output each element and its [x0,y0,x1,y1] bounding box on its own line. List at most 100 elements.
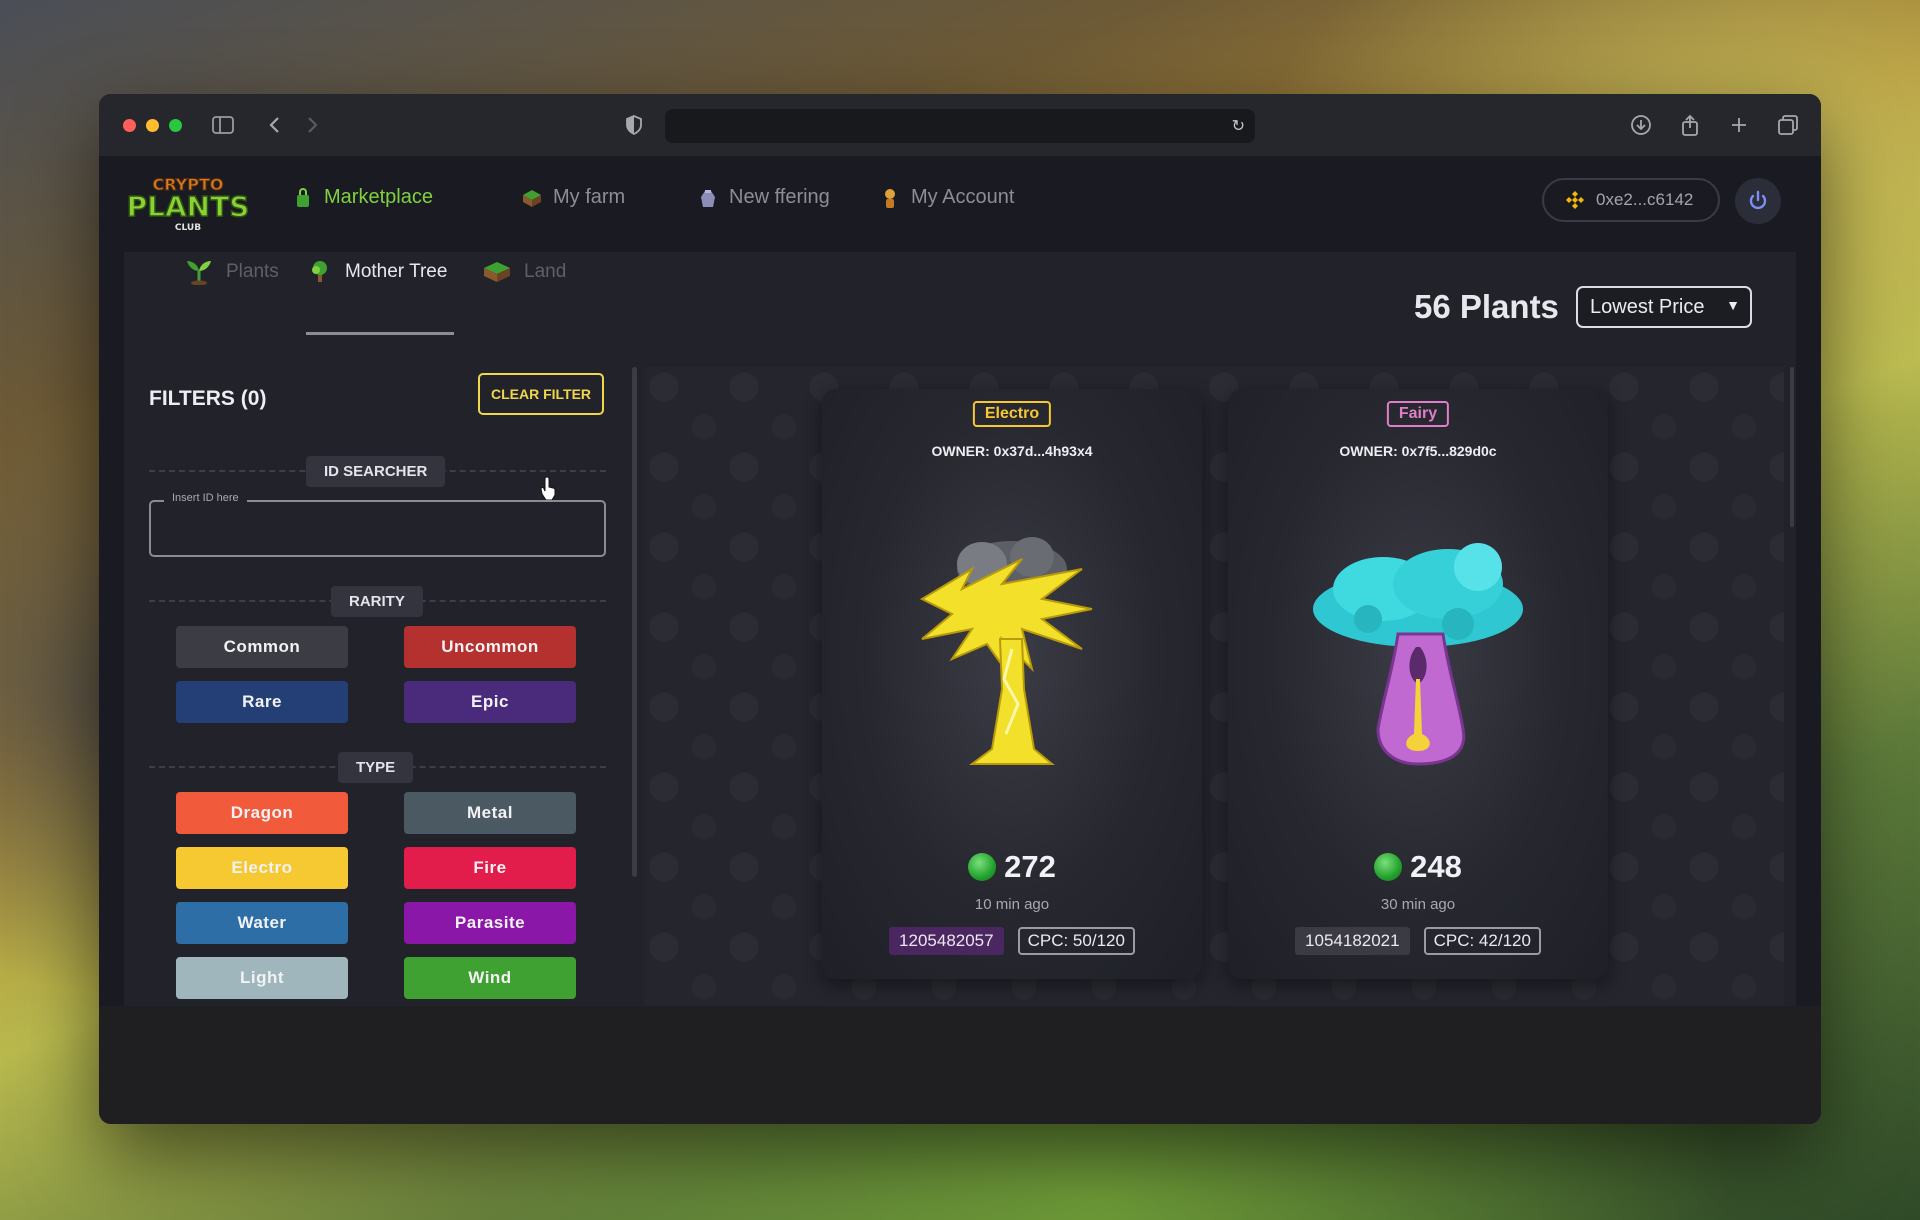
card-owner: OWNER: 0x37d...4h93x4 [931,443,1093,459]
rarity-uncommon-chip[interactable]: Uncommon [404,626,576,668]
maximize-window-button[interactable] [169,118,182,132]
download-icon[interactable] [1629,113,1653,137]
id-search-field[interactable] [149,500,606,557]
type-light-chip[interactable]: Light [176,957,348,999]
type-water-chip[interactable]: Water [176,902,348,944]
electro-tree-illustration [919,537,1093,765]
id-search-label: Insert ID here [164,492,247,504]
active-tab-indicator [306,332,454,335]
reload-icon[interactable]: ↻ [1232,116,1245,136]
id-searcher-heading: ID SEARCHER [306,456,446,487]
nav-new-offering-label: New ffering [729,186,830,208]
top-navigation: CRYPTO PLANTS CLUB Marketplace My farm N… [99,156,1821,252]
card-type-badge: Electro [972,401,1052,427]
card-id: 1054182021 [1295,927,1410,955]
tab-land-label: Land [524,261,567,282]
card-price-value: 272 [1004,849,1056,884]
card-price: 248 [1228,849,1608,885]
account-character-icon [885,188,895,208]
type-heading: TYPE [338,752,414,783]
type-electro-chip[interactable]: Electro [176,847,348,889]
farm-block-icon [523,189,541,207]
grid-scrollbar[interactable] [1790,367,1794,527]
sidebar-toggle-icon[interactable] [211,113,235,137]
card-price: 272 [822,849,1202,885]
pointer-cursor-icon [540,477,556,501]
tab-overview-icon[interactable] [1776,113,1800,137]
filters-title: FILTERS (0) [149,387,267,410]
rarity-heading: RARITY [331,586,423,617]
nav-marketplace-label: Marketplace [324,186,433,208]
new-tab-icon[interactable] [1727,113,1751,137]
address-bar[interactable]: ↻ [665,109,1255,143]
id-search-input[interactable] [151,502,604,555]
browser-toolbar: ↻ [99,94,1821,156]
back-icon[interactable] [262,113,286,137]
shop-bag-icon [297,187,309,207]
card-tags: 1054182021 CPC: 42/120 [1228,927,1608,955]
card-tags: 1205482057 CPC: 50/120 [822,927,1202,955]
rarity-rare-chip[interactable]: Rare [176,681,348,723]
svg-text:PLANTS: PLANTS [127,190,249,223]
filters-scrollbar[interactable] [632,367,637,877]
coin-icon [1374,853,1403,881]
type-wind-chip[interactable]: Wind [404,957,576,999]
fairy-tree-illustration [1313,543,1523,766]
tab-mother-tree-label: Mother Tree [345,261,448,282]
tab-mother-tree[interactable]: Mother Tree [307,252,447,292]
power-icon [1749,190,1767,210]
land-block-icon [484,262,510,282]
sprout-icon [187,261,211,285]
forward-icon[interactable] [301,113,325,137]
plant-card[interactable]: Fairy OWNER: 0x7f5...829d0c 248 30 min a… [1228,389,1608,979]
wallet-address-button[interactable]: 0xe2...c6142 [1542,178,1720,222]
sort-dropdown[interactable]: Lowest Price ▼ [1576,286,1752,328]
share-icon[interactable] [1678,113,1702,137]
marketplace-content: Plants Mother Tree Land 56 Plants Lowest… [124,252,1796,1007]
rarity-common-chip[interactable]: Common [176,626,348,668]
plant-card[interactable]: Electro OWNER: 0x37d...4h93x4 272 10 min… [822,389,1202,979]
plant-count: 56 Plants [1414,288,1559,325]
app-page: CRYPTO PLANTS CLUB Marketplace My farm N… [99,156,1821,1007]
minimize-window-button[interactable] [146,118,159,132]
coin-icon [968,853,997,881]
window-controls [123,118,182,132]
card-price-value: 248 [1410,849,1462,884]
tab-land[interactable]: Land [482,252,566,292]
chevron-down-icon: ▼ [1726,297,1740,313]
power-logout-button[interactable] [1735,178,1781,224]
close-window-button[interactable] [123,118,136,132]
tab-plants[interactable]: Plants [184,252,279,292]
nav-my-account-label: My Account [911,186,1015,208]
rarity-epic-chip[interactable]: Epic [404,681,576,723]
tree-icon [312,261,327,282]
nav-marketplace[interactable]: Marketplace [292,186,433,209]
nav-new-offering[interactable]: New ffering [697,186,830,209]
nav-my-account[interactable]: My Account [879,186,1014,209]
tab-plants-label: Plants [226,261,279,282]
clear-filter-button[interactable]: CLEAR FILTER [478,373,604,415]
type-metal-chip[interactable]: Metal [404,792,576,834]
shield-icon[interactable] [622,113,646,137]
nav-my-farm[interactable]: My farm [521,186,625,209]
window-bottom-area [99,1006,1821,1124]
card-listed-time: 30 min ago [1380,896,1456,913]
crypto-plants-logo[interactable]: CRYPTO PLANTS CLUB [126,170,250,234]
card-cpc: CPC: 42/120 [1423,927,1541,955]
wallet-address: 0xe2...c6142 [1596,190,1694,209]
card-owner: OWNER: 0x7f5...829d0c [1339,443,1497,459]
type-dragon-chip[interactable]: Dragon [176,792,348,834]
card-id: 1205482057 [889,927,1004,955]
card-cpc: CPC: 50/120 [1017,927,1135,955]
seed-bag-icon [701,189,715,207]
plants-grid: Electro OWNER: 0x37d...4h93x4 272 10 min… [644,367,1784,1007]
type-parasite-chip[interactable]: Parasite [404,902,576,944]
sort-selected-value: Lowest Price [1590,295,1705,318]
browser-window: ↻ CRYPTO PLANTS CLUB Marketplace My farm… [99,94,1821,1124]
card-type-badge: Fairy [1386,401,1450,427]
bnb-icon [1566,191,1584,209]
nav-my-farm-label: My farm [553,186,626,208]
type-fire-chip[interactable]: Fire [404,847,576,889]
svg-text:CLUB: CLUB [175,223,201,233]
card-listed-time: 10 min ago [974,896,1050,913]
